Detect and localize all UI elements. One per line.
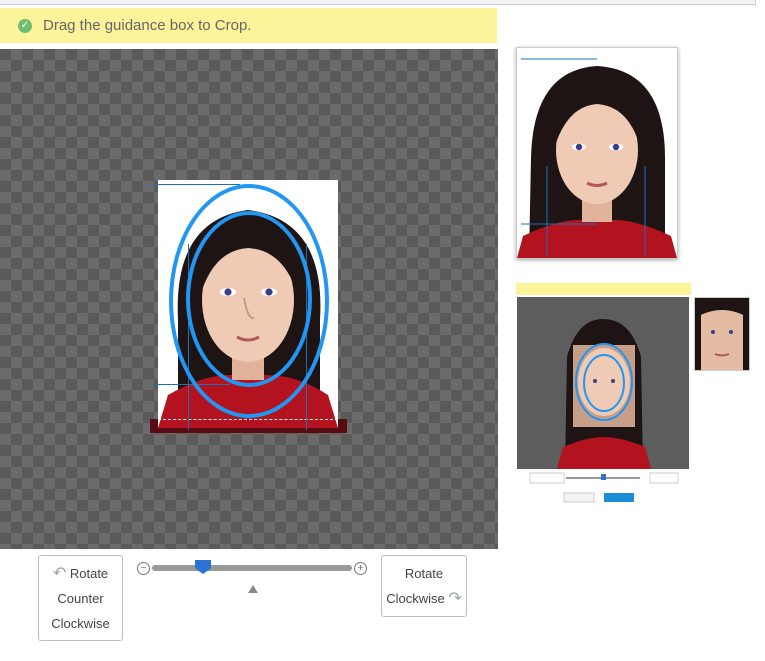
guide-line-top [150, 184, 240, 185]
zoom-out-icon[interactable]: − [137, 562, 150, 575]
preview-large [516, 47, 678, 259]
rotate-cw-icon: ↷ [448, 590, 462, 607]
rotate-ccw-label-1: Rotate [69, 566, 109, 581]
rotate-clockwise-button[interactable]: Rotate Clockwise ↷ [381, 555, 467, 617]
crop-canvas[interactable] [0, 49, 498, 549]
example-preview-thumb [694, 297, 750, 371]
zoom-in-icon[interactable]: + [354, 562, 367, 575]
rotate-counter-clockwise-button[interactable]: ↶ Rotate Counter Clockwise [38, 555, 123, 641]
hint-text: Drag the guidance box to Crop. [43, 17, 252, 34]
example-canvas [517, 297, 689, 469]
example-hint-bar [516, 283, 691, 295]
window-top-border [0, 0, 756, 5]
zoom-slider-handle[interactable] [195, 560, 211, 574]
rotate-ccw-icon: ↶ [52, 565, 67, 582]
rotate-cw-label-1: Rotate [404, 566, 444, 581]
rotate-cw-label-2: Clockwise [386, 591, 445, 606]
zoom-slider-track[interactable] [152, 565, 352, 571]
rotate-ccw-label-3: Clockwise [51, 616, 110, 631]
rotate-ccw-label-2: Counter [57, 591, 104, 606]
check-circle-icon: ✓ [18, 18, 32, 33]
slider-reset-marker [248, 585, 258, 593]
face-guide-inner[interactable] [186, 211, 312, 387]
example-screenshot [516, 283, 691, 505]
hint-bar: ✓ Drag the guidance box to Crop. [0, 8, 497, 43]
